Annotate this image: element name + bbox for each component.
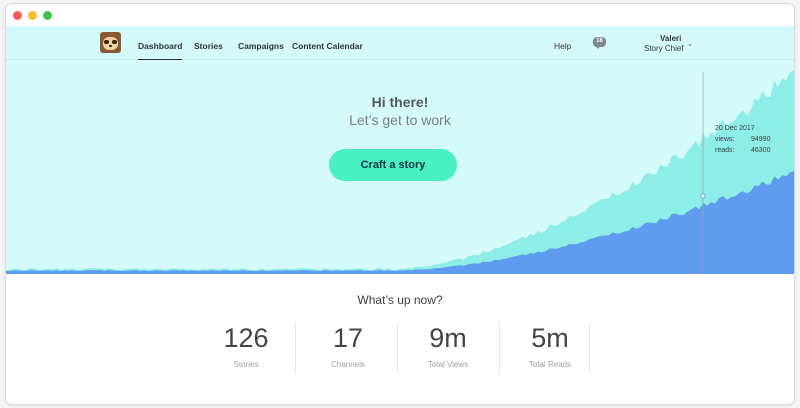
tooltip-reads-row: reads: 46300 xyxy=(715,145,770,156)
notifications-count: 18 xyxy=(596,38,603,44)
stat-channels: 17 Channels xyxy=(297,322,399,369)
nav-campaigns[interactable]: Campaigns xyxy=(238,41,284,51)
hero-section: Hi there! Let’s get to work Craft a stor… xyxy=(6,60,794,274)
minimize-window-button[interactable] xyxy=(28,11,37,20)
stat-divider xyxy=(295,322,296,374)
stat-total-reads: 5m Total Reads xyxy=(499,322,601,369)
user-name[interactable]: Valeri xyxy=(660,34,681,43)
tooltip-reads-label: reads: xyxy=(715,147,735,154)
storychief-logo[interactable] xyxy=(100,32,121,53)
stat-value: 5m xyxy=(531,323,569,353)
hover-point xyxy=(700,193,706,199)
stat-total-views: 9m Total Views xyxy=(397,322,499,369)
craft-a-story-button[interactable]: Craft a story xyxy=(329,149,457,181)
window-titlebar xyxy=(6,4,794,26)
notifications-chat-icon[interactable]: 18 xyxy=(591,36,609,52)
stats-title: What’s up now? xyxy=(357,293,443,307)
nav-content-calendar[interactable]: Content Calendar xyxy=(292,41,363,51)
logo-eye-right xyxy=(112,40,117,44)
user-organization[interactable]: Story Chief xyxy=(644,44,684,53)
stat-label: Total Reads xyxy=(528,360,572,369)
nav-stories[interactable]: Stories xyxy=(194,41,223,51)
chart-tooltip: 20 Dec 2017 views: 94990 reads: 46300 xyxy=(715,123,770,156)
tooltip-views-value: 94990 xyxy=(751,136,771,143)
tooltip-reads-value: 46300 xyxy=(751,147,771,154)
stat-value: 126 xyxy=(223,323,269,353)
close-window-button[interactable] xyxy=(13,11,22,20)
chevron-down-icon[interactable]: ⌄ xyxy=(687,40,693,48)
stat-stories: 126 Stories xyxy=(195,322,297,369)
stat-divider xyxy=(589,322,590,374)
help-link[interactable]: Help xyxy=(554,41,571,51)
tooltip-date: 20 Dec 2017 xyxy=(715,125,755,132)
chat-bubble-tail xyxy=(595,45,601,49)
stat-value: 9m xyxy=(429,323,467,353)
hero-title: Hi there! xyxy=(371,94,429,110)
stat-value: 17 xyxy=(332,323,364,353)
logo-nose xyxy=(109,45,112,47)
stat-label: Stories xyxy=(233,360,259,369)
stat-label: Channels xyxy=(331,360,365,369)
hero-subtitle: Let’s get to work xyxy=(349,112,451,128)
nav-dashboard[interactable]: Dashboard xyxy=(138,41,183,61)
tooltip-views-label: views: xyxy=(715,136,735,143)
maximize-window-button[interactable] xyxy=(43,11,52,20)
tooltip-views-row: views: 94990 xyxy=(715,134,770,145)
top-navigation: Dashboard Stories Campaigns Content Cale… xyxy=(6,26,794,61)
browser-window: Dashboard Stories Campaigns Content Cale… xyxy=(6,4,794,404)
stat-label: Total Views xyxy=(427,360,469,369)
logo-eye-left xyxy=(104,40,109,44)
